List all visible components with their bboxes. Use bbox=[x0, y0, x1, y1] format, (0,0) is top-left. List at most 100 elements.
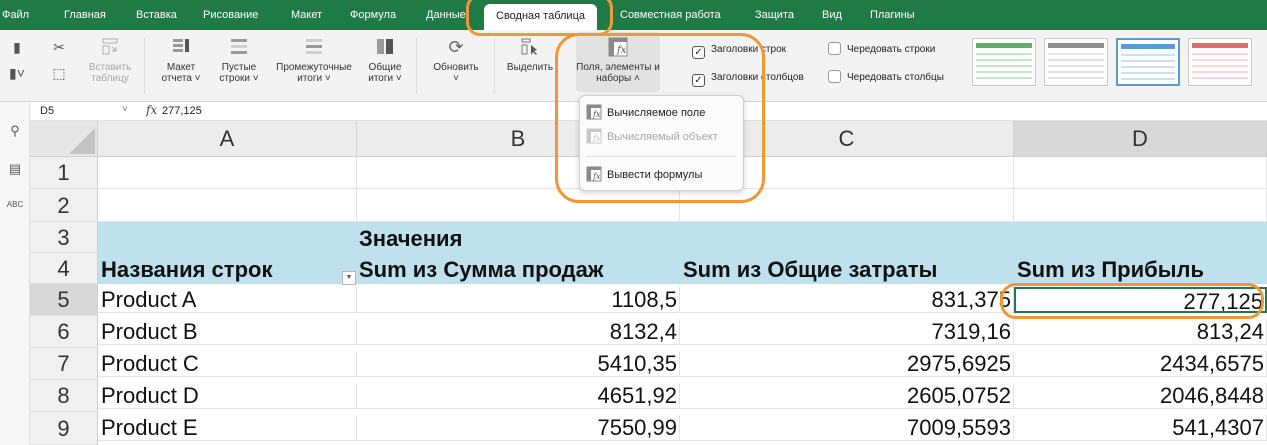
check-icon: ✓ bbox=[692, 46, 705, 59]
report-layout-button[interactable]: Макет отчета ˅ bbox=[156, 36, 206, 84]
menu-formula[interactable]: Формула bbox=[350, 0, 396, 30]
row-header-8[interactable]: 8 bbox=[30, 380, 98, 412]
banded-rows-checkbox[interactable]: Чередовать строки bbox=[828, 42, 935, 58]
values-label[interactable]: Значения bbox=[357, 224, 680, 254]
row-headers-checkbox[interactable]: ✓ Заголовки строк bbox=[692, 42, 786, 59]
svg-text:fx: fx bbox=[592, 172, 601, 181]
cell-a1[interactable] bbox=[98, 157, 357, 189]
report-layout-label: Макет отчета bbox=[161, 62, 196, 84]
cell-sales[interactable]: 8132,4 bbox=[357, 319, 680, 345]
menu-pivot-table[interactable]: Сводная таблица bbox=[484, 4, 597, 30]
cell-a2[interactable] bbox=[98, 189, 357, 222]
menu-item-calculated-item[interactable]: fx Вычисляемый объект bbox=[586, 126, 736, 148]
cell-sales[interactable]: 7550,99 bbox=[357, 415, 680, 441]
row-labels-header[interactable]: Названия строк bbox=[98, 255, 357, 285]
cell-b2[interactable] bbox=[357, 189, 680, 222]
cell-product[interactable]: Product B bbox=[98, 319, 357, 345]
refresh-button[interactable]: ⟳ Обновить ˅ bbox=[426, 36, 486, 84]
menu-layout[interactable]: Макет bbox=[291, 0, 322, 30]
paste-special-icon[interactable]: ▮˅ bbox=[8, 64, 26, 82]
subtotals-button[interactable]: Промежуточные итоги ˅ bbox=[272, 36, 356, 84]
row-header-1[interactable]: 1 bbox=[30, 157, 98, 189]
cell-c2[interactable] bbox=[680, 189, 1014, 222]
fields-items-sets-button[interactable]: fx Поля, элементы и наборы ˄ bbox=[576, 32, 660, 92]
cell-d2[interactable] bbox=[1014, 189, 1267, 222]
cell-profit-selected[interactable]: 277,125 bbox=[1014, 287, 1267, 313]
menu-draw[interactable]: Рисование bbox=[203, 0, 258, 30]
spellcheck-icon[interactable]: ABC bbox=[6, 196, 24, 214]
cell-costs[interactable]: 2605,0752 bbox=[680, 383, 1014, 409]
menu-file[interactable]: Файл bbox=[2, 0, 29, 30]
cell-profit[interactable]: 2434,6575 bbox=[1014, 351, 1267, 377]
row-header-9[interactable]: 9 bbox=[30, 412, 98, 445]
banded-cols-checkbox[interactable]: Чередовать столбцы bbox=[828, 70, 944, 86]
header-costs[interactable]: Sum из Общие затраты bbox=[680, 255, 1014, 285]
filter-dropdown-icon[interactable]: ▼ bbox=[342, 271, 356, 285]
cut-icon[interactable]: ✂ bbox=[50, 38, 68, 56]
list-formulas-label: Вывести формулы bbox=[607, 169, 703, 181]
blank-rows-button[interactable]: Пустые строки ˅ bbox=[214, 36, 264, 84]
select-all-icon bbox=[69, 128, 95, 154]
menu-insert[interactable]: Вставка bbox=[136, 0, 177, 30]
cell-costs[interactable]: 7319,16 bbox=[680, 319, 1014, 345]
grand-totals-button[interactable]: Общие итоги ˅ bbox=[362, 36, 408, 84]
row-header-5[interactable]: 5 bbox=[30, 284, 98, 316]
menu-separator bbox=[586, 156, 736, 157]
col-headers-checkbox[interactable]: ✓ Заголовки столбцов bbox=[692, 70, 804, 87]
cell-sales[interactable]: 5410,35 bbox=[357, 351, 680, 377]
row-header-2[interactable]: 2 bbox=[30, 189, 98, 222]
cell-product[interactable]: Product D bbox=[98, 383, 357, 409]
insert-table-icon bbox=[99, 36, 121, 58]
svg-text:fx: fx bbox=[592, 110, 601, 119]
insert-table-button[interactable]: Вставить таблицу bbox=[84, 36, 136, 84]
select-label: Выделить bbox=[506, 62, 554, 73]
cell-d1[interactable] bbox=[1014, 157, 1267, 189]
function-icon[interactable]: fx bbox=[146, 103, 157, 117]
fields-items-sets-menu: fx Вычисляемое поле fx Вычисляемый объект … bbox=[579, 95, 744, 191]
cell-sales[interactable]: 1108,5 bbox=[357, 287, 680, 313]
ribbon: ▮ ▮˅ ✂ ⬚ Вставить таблицу Макет отчета ˅… bbox=[0, 30, 1267, 102]
row-header-3[interactable]: 3 bbox=[30, 222, 98, 253]
row-header-4[interactable]: 4 bbox=[30, 253, 98, 284]
formula-input[interactable]: 277,125 bbox=[162, 105, 202, 117]
menu-home[interactable]: Главная bbox=[64, 0, 106, 30]
calculated-item-label: Вычисляемый объект bbox=[607, 131, 718, 143]
menu-protection[interactable]: Защита bbox=[755, 0, 794, 30]
cell-profit[interactable]: 813,24 bbox=[1014, 319, 1267, 345]
select-all-corner[interactable] bbox=[30, 121, 98, 157]
column-header-d[interactable]: D bbox=[1014, 121, 1267, 157]
pivot-style-gray[interactable] bbox=[1044, 38, 1108, 86]
menu-collaboration[interactable]: Совместная работа bbox=[620, 0, 721, 30]
cell-product[interactable]: Product C bbox=[98, 351, 357, 377]
row-header-7[interactable]: 7 bbox=[30, 348, 98, 380]
cell-costs[interactable]: 831,375 bbox=[680, 287, 1014, 313]
cell-product[interactable]: Product A bbox=[98, 287, 357, 313]
cell-product[interactable]: Product E bbox=[98, 415, 357, 441]
column-header-a[interactable]: A bbox=[98, 121, 357, 157]
comment-icon[interactable]: ▤ bbox=[6, 160, 24, 178]
cell-sales[interactable]: 4651,92 bbox=[357, 383, 680, 409]
name-box[interactable]: D5 bbox=[40, 105, 54, 117]
menu-data[interactable]: Данные bbox=[426, 0, 466, 30]
pivot-style-green[interactable] bbox=[972, 38, 1036, 86]
pivot-style-blue[interactable] bbox=[1116, 38, 1180, 86]
header-profit[interactable]: Sum из Прибыль bbox=[1014, 255, 1267, 285]
fields-items-sets-label: Поля, элементы и наборы bbox=[576, 62, 660, 84]
cell-costs[interactable]: 7009,5593 bbox=[680, 415, 1014, 441]
menu-view[interactable]: Вид bbox=[822, 0, 842, 30]
menu-item-list-formulas[interactable]: fx Вывести формулы bbox=[586, 164, 736, 186]
paste-icon[interactable]: ▮ bbox=[8, 38, 26, 56]
cell-costs[interactable]: 2975,6925 bbox=[680, 351, 1014, 377]
menu-item-calculated-field[interactable]: fx Вычисляемое поле bbox=[586, 102, 736, 124]
select-button[interactable]: Выделить bbox=[502, 36, 558, 73]
pivot-style-red[interactable] bbox=[1188, 38, 1252, 86]
header-sales[interactable]: Sum из Сумма продаж bbox=[357, 255, 680, 285]
chevron-down-icon[interactable]: ˅ bbox=[122, 104, 128, 115]
select-range-icon[interactable]: ⬚ bbox=[50, 64, 68, 82]
cell-profit[interactable]: 2046,8448 bbox=[1014, 383, 1267, 409]
list-formulas-icon: fx bbox=[586, 166, 602, 182]
menu-plugins[interactable]: Плагины bbox=[870, 0, 915, 30]
row-header-6[interactable]: 6 bbox=[30, 316, 98, 348]
cell-profit[interactable]: 541,4307 bbox=[1014, 415, 1267, 441]
search-icon[interactable]: ⚲ bbox=[6, 122, 24, 140]
